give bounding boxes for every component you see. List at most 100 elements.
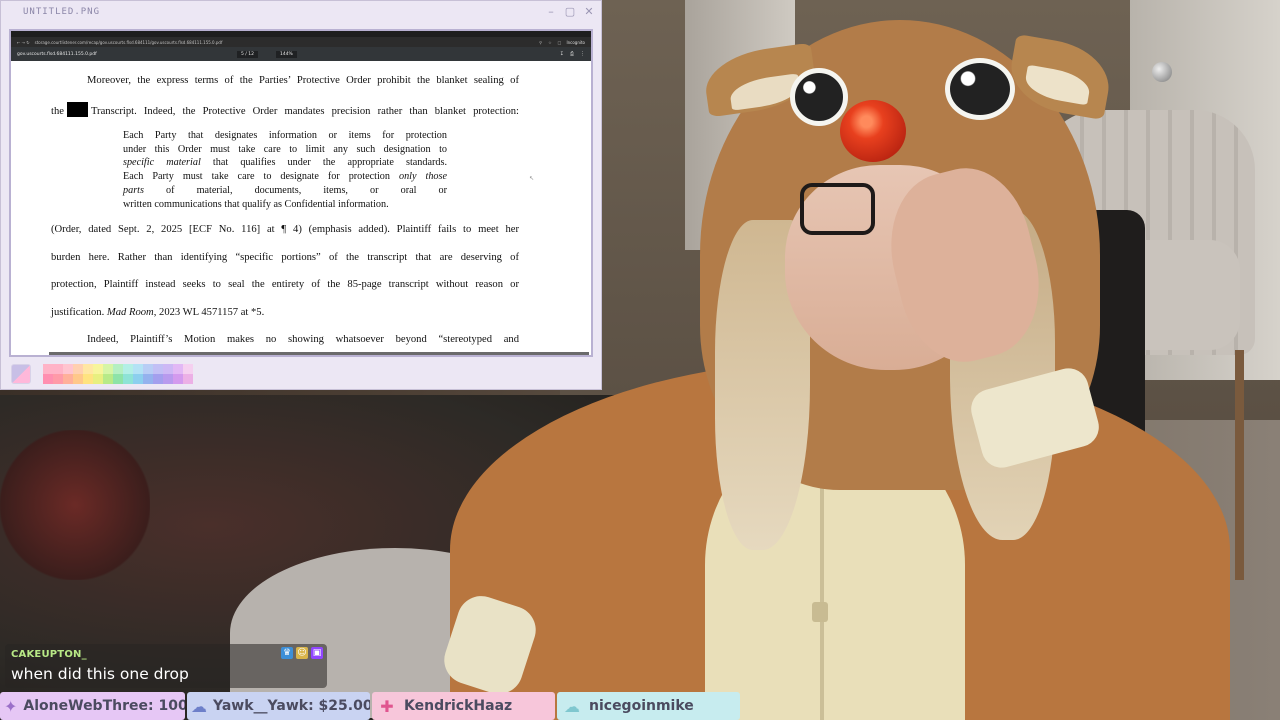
background-object	[0, 430, 150, 580]
color-swatch[interactable]	[83, 364, 93, 374]
sub-icon: ✚	[380, 696, 394, 716]
emphasis: parts	[123, 184, 144, 196]
color-swatch[interactable]	[83, 374, 93, 384]
color-swatch[interactable]	[123, 364, 133, 374]
color-swatch[interactable]	[103, 364, 113, 374]
color-swatch[interactable]	[113, 374, 123, 384]
hood-eye-left	[790, 68, 848, 126]
quote-line: Each Party that designates information o…	[123, 130, 447, 141]
pdf-text-fragment: the	[51, 106, 64, 117]
supporter-ticker: ✦ AloneWebThree: 100 bits ☁ Yawk__Yawk: $25…	[0, 692, 1280, 720]
pdf-line: justification. Mad Room, 2023 WL 4571157…	[51, 307, 519, 318]
chat-username: CAKEUPTON_	[11, 649, 87, 660]
viewer-titlebar[interactable]: UNTITLED.PNG – ▢ ✕	[1, 1, 601, 22]
quote-line: Each Party must take care to designate f…	[123, 170, 447, 184]
color-swatch[interactable]	[143, 364, 153, 374]
supporter-label: KendrickHaaz	[404, 698, 513, 714]
follow-icon: ☁	[564, 696, 580, 716]
color-swatch[interactable]	[173, 364, 183, 374]
color-swatch[interactable]	[73, 364, 83, 374]
window-controls: – ▢ ✕	[545, 5, 595, 18]
supporter-pill: ☁ Yawk__Yawk: $25.00	[187, 692, 370, 720]
color-swatch[interactable]	[133, 374, 143, 384]
crown-badge-icon: ♛	[281, 647, 293, 659]
chat-message: CAKEUPTON_ ♛ ☺ ▣ when did this one drop	[5, 644, 327, 688]
color-swatch[interactable]	[53, 364, 63, 374]
quote-line: written communications that qualify as C…	[123, 198, 389, 210]
onesie-zipper	[820, 470, 824, 720]
block-quote: Each Party that designates information o…	[123, 129, 447, 211]
pasted-screenshot: ← → ↻ storage.courtlistener.com/recap/go…	[9, 29, 593, 357]
mouse-cursor-icon: ↖	[529, 175, 535, 182]
pdf-page-indicator: 5 / 12	[237, 50, 258, 58]
color-swatch[interactable]	[113, 364, 123, 374]
color-swatch[interactable]	[43, 364, 53, 374]
chair-leg	[1235, 350, 1244, 580]
browser-address-bar: ← → ↻ storage.courtlistener.com/recap/go…	[11, 37, 591, 47]
image-viewer-window[interactable]: UNTITLED.PNG – ▢ ✕ ← → ↻ storage.courtli…	[0, 0, 602, 390]
color-swatch[interactable]	[153, 374, 163, 384]
case-name: Mad Room	[106, 307, 154, 318]
pdf-line: Moreover, the express terms of the Parti…	[87, 75, 519, 86]
horizontal-scrollbar[interactable]	[49, 352, 589, 355]
color-swatch[interactable]	[63, 374, 73, 384]
color-swatch[interactable]	[73, 374, 83, 384]
pdf-text-fragment: , 2023 WL 4571157 at *5.	[153, 307, 265, 318]
twitch-badge-icon: ▣	[311, 647, 323, 659]
close-button[interactable]: ✕	[583, 5, 595, 18]
window-title: UNTITLED.PNG	[23, 6, 101, 17]
color-swatch[interactable]	[183, 374, 193, 384]
color-swatch[interactable]	[53, 374, 63, 384]
color-swatch[interactable]	[63, 364, 73, 374]
supporter-pill: ✚ KendrickHaaz	[372, 692, 555, 720]
quote-line: specific material that qualifies under t…	[123, 156, 447, 170]
pdf-text-fragment: Transcript. Indeed, the Protective Order…	[90, 106, 519, 117]
quote-fragment: Each Party must take care to designate f…	[123, 171, 390, 183]
color-swatch[interactable]	[103, 374, 113, 384]
color-swatch[interactable]	[93, 374, 103, 384]
emphasis: only those	[398, 171, 448, 183]
pdf-zoom-level: 144%	[275, 50, 297, 58]
emote-badge-icon: ☺	[296, 647, 308, 659]
color-swatch[interactable]	[163, 364, 173, 374]
maximize-button[interactable]: ▢	[564, 5, 576, 18]
supporter-pill: ✦ AloneWebThree: 100 bits	[0, 692, 185, 720]
color-swatch[interactable]	[153, 364, 163, 374]
color-swatch[interactable]	[133, 364, 143, 374]
star-icon: ☆	[548, 39, 552, 45]
search-icon: ⚲	[539, 39, 543, 45]
address-url: storage.courtlistener.com/recap/gov.usco…	[34, 39, 223, 45]
supporter-label: AloneWebThree: 100 bits	[23, 698, 185, 714]
color-swatch[interactable]	[123, 374, 133, 384]
quote-line: under this Order must take care to limit…	[123, 143, 447, 155]
zipper-pull	[812, 602, 828, 622]
reindeer-red-nose	[840, 100, 906, 162]
color-swatch[interactable]	[163, 374, 173, 384]
color-swatch[interactable]	[43, 374, 53, 384]
color-picker-icon[interactable]	[11, 364, 31, 384]
download-icon: ↧	[559, 51, 564, 57]
supporter-label: Yawk__Yawk: $25.00	[213, 698, 370, 714]
glasses	[800, 183, 875, 235]
back-icon: ← → ↻	[17, 39, 30, 45]
bits-icon: ✦	[4, 696, 18, 716]
color-swatch[interactable]	[173, 374, 183, 384]
chat-message-text: when did this one drop	[11, 665, 189, 683]
tip-icon: ☁	[191, 696, 207, 716]
minimize-button[interactable]: –	[545, 5, 557, 18]
pdf-filename: gov.uscourts.flsd.684111.155.0.pdf	[17, 51, 97, 57]
color-palette-bar	[11, 363, 193, 385]
quote-line: parts of material, documents, items, or …	[123, 184, 447, 198]
redaction-box	[66, 102, 88, 117]
emphasis: specific material	[123, 157, 201, 169]
quote-fragment: of material, documents, items, or oral o…	[166, 184, 447, 196]
hood-eye-right	[945, 58, 1015, 120]
color-swatch[interactable]	[183, 364, 193, 374]
supporter-pill: ☁ nicegoinmike	[557, 692, 740, 720]
color-swatches	[43, 364, 193, 384]
color-swatch[interactable]	[143, 374, 153, 384]
color-swatch[interactable]	[93, 364, 103, 374]
pdf-line: the Transcript. Indeed, the Protective Or…	[51, 102, 519, 117]
pdf-line: Indeed, Plaintiff’s Motion makes no show…	[87, 334, 519, 345]
pdf-line: (Order, dated Sept. 2, 2025 [ECF No. 116…	[51, 224, 519, 235]
